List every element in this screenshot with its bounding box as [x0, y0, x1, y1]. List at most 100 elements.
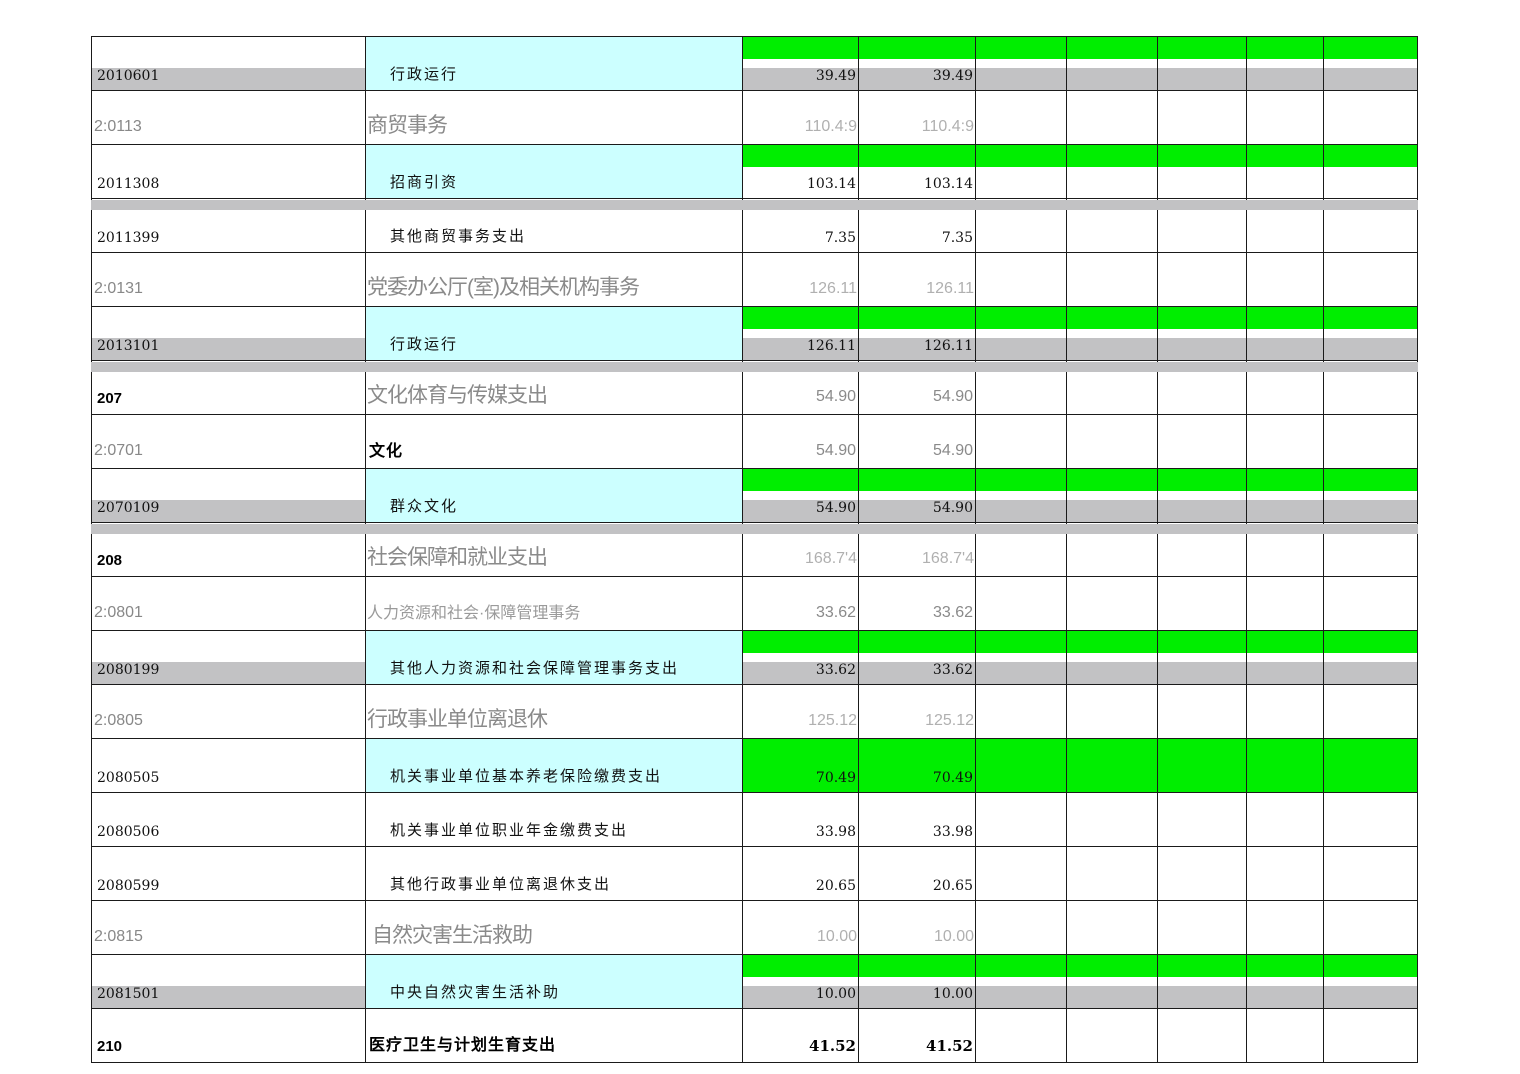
- amount-basic-cell[interactable]: 103.14: [858, 144, 976, 199]
- empty-cell[interactable]: [1157, 630, 1247, 685]
- amount-total-cell[interactable]: 33.62: [742, 630, 859, 685]
- empty-cell[interactable]: [1066, 252, 1158, 307]
- empty-cell[interactable]: [1066, 792, 1158, 847]
- empty-cell[interactable]: [1066, 954, 1158, 1009]
- empty-cell[interactable]: [975, 1008, 1067, 1063]
- empty-cell[interactable]: [1323, 792, 1418, 847]
- empty-cell[interactable]: [1157, 36, 1247, 91]
- name-cell[interactable]: 机关事业单位基本养老保险缴费支出: [365, 738, 743, 793]
- name-cell[interactable]: 党委办公厅(室)及相关机构事务: [365, 252, 743, 307]
- empty-cell[interactable]: [1157, 144, 1247, 199]
- empty-cell[interactable]: [975, 900, 1067, 955]
- empty-cell[interactable]: [975, 630, 1067, 685]
- empty-cell[interactable]: [1066, 414, 1158, 469]
- empty-cell[interactable]: [975, 468, 1067, 523]
- amount-basic-cell[interactable]: 33.98: [858, 792, 976, 847]
- empty-cell[interactable]: [1246, 414, 1324, 469]
- amount-basic-cell[interactable]: 39.49: [858, 36, 976, 91]
- empty-cell[interactable]: [1323, 414, 1418, 469]
- name-cell[interactable]: 行政运行: [365, 306, 743, 361]
- empty-cell[interactable]: [1157, 954, 1247, 1009]
- name-cell[interactable]: 医疗卫生与计划生育支出: [365, 1008, 743, 1063]
- empty-cell[interactable]: [1246, 630, 1324, 685]
- empty-cell[interactable]: [1066, 144, 1158, 199]
- code-cell[interactable]: 2011308: [91, 144, 366, 199]
- name-cell[interactable]: 文化: [365, 414, 743, 469]
- code-cell[interactable]: 210: [91, 1008, 366, 1063]
- empty-cell[interactable]: [1246, 954, 1324, 1009]
- amount-total-cell[interactable]: 33.98: [742, 792, 859, 847]
- code-cell[interactable]: 2:0801: [91, 576, 366, 631]
- code-cell[interactable]: 2:0701: [91, 414, 366, 469]
- empty-cell[interactable]: [1066, 630, 1158, 685]
- empty-cell[interactable]: [1246, 576, 1324, 631]
- empty-cell[interactable]: [975, 738, 1067, 793]
- name-cell[interactable]: 行政事业单位离退休: [365, 684, 743, 739]
- name-cell[interactable]: 行政运行: [365, 36, 743, 91]
- empty-cell[interactable]: [1246, 792, 1324, 847]
- name-cell[interactable]: 群众文化: [365, 468, 743, 523]
- empty-cell[interactable]: [1323, 252, 1418, 307]
- empty-cell[interactable]: [975, 414, 1067, 469]
- empty-cell[interactable]: [1066, 468, 1158, 523]
- empty-cell[interactable]: [1323, 90, 1418, 145]
- empty-cell[interactable]: [1323, 846, 1418, 901]
- code-cell[interactable]: 2010601: [91, 36, 366, 91]
- empty-cell[interactable]: [1246, 738, 1324, 793]
- empty-cell[interactable]: [1323, 684, 1418, 739]
- empty-cell[interactable]: [975, 576, 1067, 631]
- amount-total-cell[interactable]: 54.90: [742, 414, 859, 469]
- empty-cell[interactable]: [1246, 1008, 1324, 1063]
- amount-total-cell[interactable]: 125.12: [742, 684, 859, 739]
- empty-cell[interactable]: [1246, 846, 1324, 901]
- amount-basic-cell[interactable]: 54.90: [858, 468, 976, 523]
- empty-cell[interactable]: [975, 954, 1067, 1009]
- amount-basic-cell[interactable]: 33.62: [858, 576, 976, 631]
- name-cell[interactable]: 中央自然灾害生活补助: [365, 954, 743, 1009]
- empty-cell[interactable]: [975, 90, 1067, 145]
- empty-cell[interactable]: [1157, 414, 1247, 469]
- amount-total-cell[interactable]: 70.49: [742, 738, 859, 793]
- empty-cell[interactable]: [1157, 576, 1247, 631]
- amount-total-cell[interactable]: 33.62: [742, 576, 859, 631]
- code-cell[interactable]: 2:0113: [91, 90, 366, 145]
- amount-basic-cell[interactable]: 10.00: [858, 900, 976, 955]
- empty-cell[interactable]: [1323, 306, 1418, 361]
- empty-cell[interactable]: [1157, 306, 1247, 361]
- empty-cell[interactable]: [1066, 900, 1158, 955]
- empty-cell[interactable]: [1157, 252, 1247, 307]
- amount-basic-cell[interactable]: 33.62: [858, 630, 976, 685]
- empty-cell[interactable]: [1157, 792, 1247, 847]
- name-cell[interactable]: 自然灾害生活救助: [365, 900, 743, 955]
- empty-cell[interactable]: [1323, 144, 1418, 199]
- amount-basic-cell[interactable]: 54.90: [858, 414, 976, 469]
- amount-total-cell[interactable]: 39.49: [742, 36, 859, 91]
- empty-cell[interactable]: [1157, 900, 1247, 955]
- amount-total-cell[interactable]: 10.00: [742, 900, 859, 955]
- name-cell[interactable]: 其他人力资源和社会保障管理事务支出: [365, 630, 743, 685]
- amount-total-cell[interactable]: 20.65: [742, 846, 859, 901]
- name-cell[interactable]: 其他行政事业单位离退休支出: [365, 846, 743, 901]
- empty-cell[interactable]: [1066, 846, 1158, 901]
- amount-basic-cell[interactable]: 126.11: [858, 252, 976, 307]
- empty-cell[interactable]: [1066, 90, 1158, 145]
- empty-cell[interactable]: [1323, 468, 1418, 523]
- amount-basic-cell[interactable]: 41.52: [858, 1008, 976, 1063]
- empty-cell[interactable]: [1323, 576, 1418, 631]
- amount-basic-cell[interactable]: 126.11: [858, 306, 976, 361]
- code-cell[interactable]: 2:0131: [91, 252, 366, 307]
- amount-basic-cell[interactable]: 10.00: [858, 954, 976, 1009]
- empty-cell[interactable]: [1157, 90, 1247, 145]
- empty-cell[interactable]: [1066, 36, 1158, 91]
- empty-cell[interactable]: [1246, 252, 1324, 307]
- name-cell[interactable]: 商贸事务: [365, 90, 743, 145]
- empty-cell[interactable]: [975, 306, 1067, 361]
- empty-cell[interactable]: [1246, 306, 1324, 361]
- empty-cell[interactable]: [1157, 468, 1247, 523]
- empty-cell[interactable]: [1157, 1008, 1247, 1063]
- name-cell[interactable]: 招商引资: [365, 144, 743, 199]
- empty-cell[interactable]: [1246, 90, 1324, 145]
- empty-cell[interactable]: [1246, 144, 1324, 199]
- amount-total-cell[interactable]: 103.14: [742, 144, 859, 199]
- amount-total-cell[interactable]: 126.11: [742, 252, 859, 307]
